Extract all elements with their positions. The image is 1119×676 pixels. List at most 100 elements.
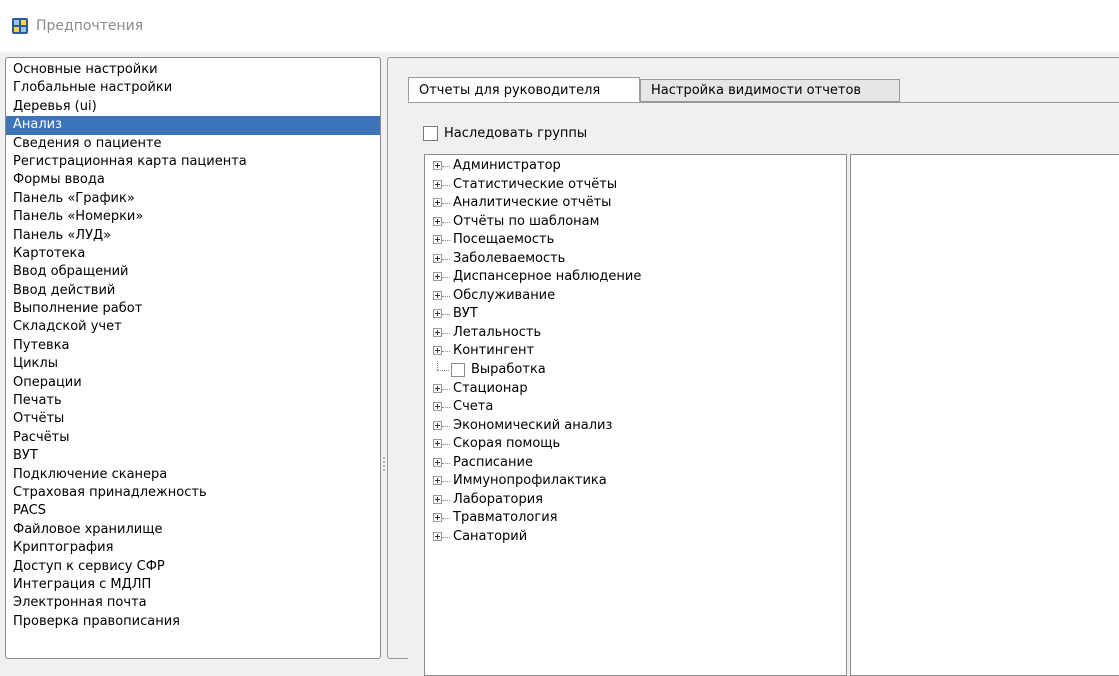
sidebar-item[interactable]: Доступ к сервису СФР <box>6 558 380 576</box>
tree-item[interactable]: Санаторий <box>425 528 846 547</box>
sidebar-item[interactable]: Панель «ЛУД» <box>6 227 380 245</box>
inherit-groups-row[interactable]: Наследовать группы <box>423 123 587 143</box>
tree-item[interactable]: Диспансерное наблюдение <box>425 268 846 287</box>
tree-item[interactable]: Экономический анализ <box>425 417 846 436</box>
tree-item[interactable]: Травматология <box>425 509 846 528</box>
tree-item[interactable]: Администратор <box>425 157 846 176</box>
sidebar-item[interactable]: Проверка правописания <box>6 613 380 631</box>
tree-item-label: Заболеваемость <box>453 250 566 266</box>
tree-item[interactable]: ВУТ <box>425 305 846 324</box>
tree-item[interactable]: Скорая помощь <box>425 435 846 454</box>
expand-icon[interactable] <box>433 402 442 412</box>
vertical-splitter[interactable] <box>382 57 386 657</box>
inherit-groups-checkbox[interactable] <box>423 125 438 141</box>
sidebar-item[interactable]: Расчёты <box>6 429 380 447</box>
tree-item[interactable]: Счета <box>425 398 846 417</box>
sidebar-item[interactable]: Ввод обращений <box>6 263 380 281</box>
tree-item-label: Посещаемость <box>453 232 555 248</box>
tree-connector <box>442 536 450 538</box>
expand-icon[interactable] <box>433 476 442 486</box>
sidebar-item[interactable]: Интеграция с МДЛП <box>6 576 380 594</box>
expand-icon[interactable] <box>433 253 442 263</box>
sidebar-item[interactable]: Анализ <box>6 116 380 135</box>
sidebar-item[interactable]: Формы ввода <box>6 171 380 189</box>
sidebar-item[interactable]: Отчёты <box>6 410 380 428</box>
tree-connector <box>442 481 450 483</box>
expand-icon[interactable] <box>433 327 442 337</box>
tree-item-label: Отчёты по шаблонам <box>453 213 600 229</box>
tree-item[interactable]: Отчёты по шаблонам <box>425 213 846 232</box>
tree-item[interactable]: Лаборатория <box>425 491 846 510</box>
tree-item[interactable]: Посещаемость <box>425 231 846 250</box>
tab-label: Настройка видимости отчетов <box>651 83 862 98</box>
tree-item[interactable]: Заболеваемость <box>425 250 846 269</box>
sidebar-item[interactable]: Криптография <box>6 539 380 557</box>
sidebar-item[interactable]: Циклы <box>6 355 380 373</box>
sidebar-item[interactable]: Складской учет <box>6 318 380 336</box>
tree-connector <box>442 314 450 316</box>
expand-icon[interactable] <box>433 513 442 523</box>
expand-icon[interactable] <box>433 383 442 393</box>
tree-item[interactable]: Летальность <box>425 324 846 343</box>
sidebar-item[interactable]: Операции <box>6 374 380 392</box>
sidebar-item[interactable]: Регистрационная карта пациента <box>6 153 380 171</box>
tree-item[interactable]: Обслуживание <box>425 287 846 306</box>
sidebar-item[interactable]: Подключение сканера <box>6 466 380 484</box>
sidebar-item[interactable]: Деревья (ui) <box>6 98 380 116</box>
expand-icon[interactable] <box>433 290 442 300</box>
tree-item-label: Стационар <box>453 380 528 396</box>
sidebar-item[interactable]: Панель «Номерки» <box>6 208 380 226</box>
report-checkbox[interactable] <box>451 363 465 378</box>
sidebar-item[interactable]: Основные настройки <box>6 61 380 79</box>
sidebar-item[interactable]: Электронная почта <box>6 594 380 612</box>
sidebar-item[interactable]: Ввод действий <box>6 282 380 300</box>
sidebar-item[interactable]: Картотека <box>6 245 380 263</box>
sidebar-item[interactable]: Файловое хранилище <box>6 521 380 539</box>
tree-connector <box>442 203 450 205</box>
inherit-groups-label: Наследовать группы <box>444 125 588 141</box>
expand-icon[interactable] <box>433 235 442 245</box>
tree-connector <box>442 462 450 464</box>
sidebar-item[interactable]: PACS <box>6 502 380 520</box>
tab-report-visibility[interactable]: Настройка видимости отчетов <box>640 79 900 102</box>
tree-connector <box>437 361 438 371</box>
tree-item[interactable]: Аналитические отчёты <box>425 194 846 213</box>
tree-item[interactable]: Статистические отчёты <box>425 176 846 195</box>
expand-icon[interactable] <box>433 439 442 449</box>
reports-tree[interactable]: Администратор Статистические отчёты Аналит… <box>424 154 847 676</box>
expand-icon[interactable] <box>433 272 442 282</box>
tree-item[interactable]: Иммунопрофилактика <box>425 472 846 491</box>
tree-connector <box>442 240 450 242</box>
tree-item[interactable]: Стационар <box>425 380 846 399</box>
sidebar-item[interactable]: Путевка <box>6 337 380 355</box>
sidebar-item[interactable]: Сведения о пациенте <box>6 135 380 153</box>
tree-item-label: Диспансерное наблюдение <box>453 269 642 285</box>
expand-icon[interactable] <box>433 216 442 226</box>
preferences-category-list[interactable]: Основные настройки Глобальные настройки Де… <box>5 57 381 659</box>
tree-connector <box>442 221 450 223</box>
expand-icon[interactable] <box>433 198 442 208</box>
tab-reports-for-manager[interactable]: Отчеты для руководителя <box>408 77 640 102</box>
expand-icon[interactable] <box>433 346 442 356</box>
expand-icon[interactable] <box>433 494 442 504</box>
tree-connector <box>442 277 450 279</box>
expand-icon[interactable] <box>433 420 442 430</box>
sidebar-item[interactable]: ВУТ <box>6 447 380 465</box>
tree-item-label: Санаторий <box>453 528 528 544</box>
expand-icon[interactable] <box>433 457 442 467</box>
expand-icon[interactable] <box>433 161 442 170</box>
splitter-grip <box>383 465 385 467</box>
sidebar-item[interactable]: Выполнение работ <box>6 300 380 318</box>
sidebar-item[interactable]: Глобальные настройки <box>6 79 380 97</box>
app-icon <box>12 18 28 34</box>
tree-item[interactable]: Расписание <box>425 454 846 473</box>
expand-icon[interactable] <box>433 309 442 319</box>
expand-icon[interactable] <box>433 179 442 189</box>
expand-icon[interactable] <box>433 531 442 541</box>
sidebar-item[interactable]: Страховая принадлежность <box>6 484 380 502</box>
tree-item[interactable]: Контингент <box>425 342 846 361</box>
tree-item[interactable]: Выработка <box>425 361 846 380</box>
sidebar-item[interactable]: Панель «График» <box>6 190 380 208</box>
tree-item-label: Экономический анализ <box>453 417 613 433</box>
sidebar-item[interactable]: Печать <box>6 392 380 410</box>
